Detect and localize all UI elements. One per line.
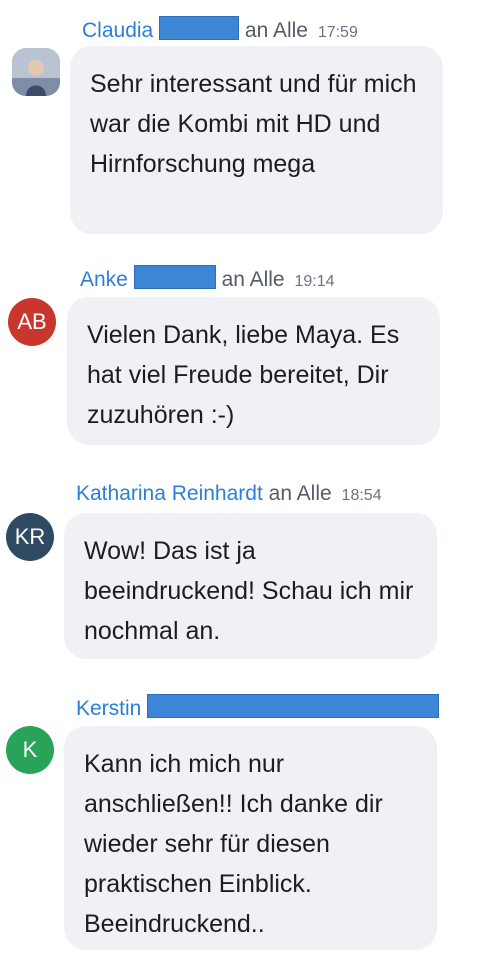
recipient-label: an Alle — [221, 268, 285, 291]
recipient-label: an Alle — [244, 19, 308, 42]
message-header: Anke an Alle 19:14 — [80, 265, 335, 294]
avatar[interactable] — [12, 48, 60, 96]
redacted-name — [159, 16, 240, 40]
message-bubble[interactable]: Wow! Das ist ja beeindruckend! Schau ich… — [64, 513, 437, 659]
message-time: 18:54 — [341, 487, 382, 504]
message-header: Claudia an Alle 17:59 — [82, 16, 358, 45]
sender-name[interactable]: Katharina Reinhardt — [76, 482, 263, 505]
sender-name[interactable]: Anke — [80, 268, 128, 291]
message-time: 19:14 — [294, 273, 335, 290]
message-header: Katharina Reinhardt an Alle 18:54 — [76, 482, 382, 508]
avatar[interactable]: K — [6, 726, 54, 774]
avatar[interactable]: KR — [6, 513, 54, 561]
recipient-label: an Alle — [268, 482, 332, 505]
message-bubble[interactable]: Vielen Dank, liebe Maya. Es hat viel Fre… — [67, 297, 440, 445]
message-bubble[interactable]: Sehr interessant und für mich war die Ko… — [70, 46, 443, 234]
sender-name[interactable]: Claudia — [82, 19, 153, 42]
message-time: 17:59 — [317, 24, 358, 41]
message-bubble[interactable]: Kann ich mich nur anschließen!! Ich dank… — [64, 726, 437, 950]
redacted-name — [133, 265, 216, 289]
sender-name[interactable]: Kerstin — [76, 697, 141, 720]
message-header: Kerstin — [76, 694, 440, 721]
redacted-name — [147, 694, 440, 718]
profile-photo-icon — [12, 48, 60, 96]
avatar[interactable]: AB — [8, 298, 56, 346]
